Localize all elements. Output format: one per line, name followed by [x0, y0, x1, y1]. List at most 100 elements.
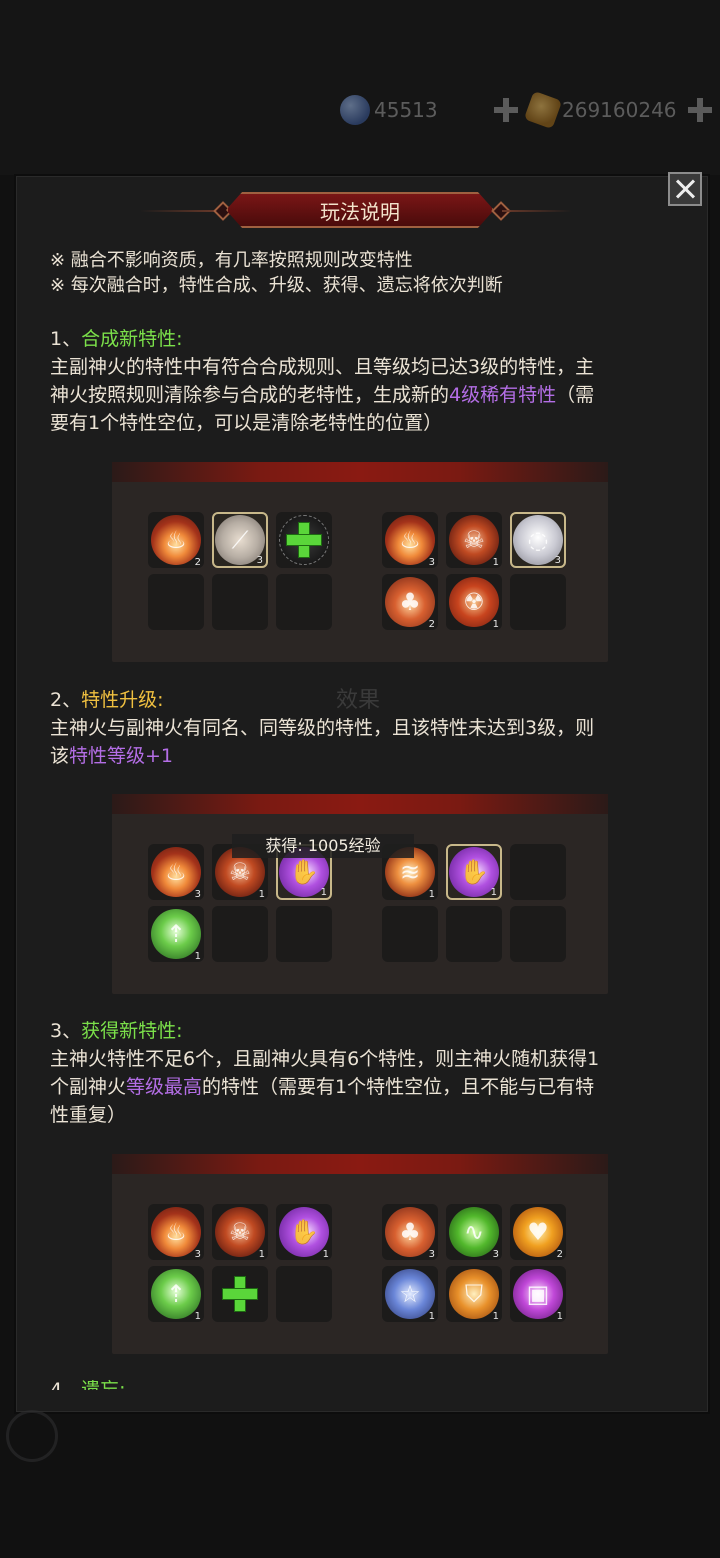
section-2-line-2: 该特性等级+1	[50, 742, 173, 770]
trait-glyph: ☠	[229, 1218, 251, 1246]
section-2-heading: 2、特性升级:	[50, 686, 164, 714]
trait-glyph: ✋	[289, 1218, 319, 1246]
left-trait-slot	[212, 906, 268, 962]
exp-gain-tooltip: 获得: 1005经验	[232, 834, 414, 858]
left-trait-slot	[212, 574, 268, 630]
section-3-highlight: 等级最高	[126, 1076, 203, 1098]
right-trait-slot	[510, 574, 566, 630]
title-divider-left	[140, 210, 220, 212]
trait-level: 1	[490, 887, 497, 898]
dialog-title: 玩法说明	[226, 192, 494, 228]
trait-glyph: ♣	[399, 588, 421, 616]
trait-glyph: ☆	[399, 1280, 421, 1308]
dialog-title-banner: 玩法说明	[140, 192, 580, 230]
section-1-heading: 1、合成新特性:	[50, 325, 183, 353]
section-3-number: 3、	[50, 1020, 82, 1042]
section-3-line-2-end: 的特性（需要有1个特性空位，且不能与已有特	[202, 1076, 595, 1098]
close-button[interactable]	[668, 172, 702, 206]
section-1-title: 合成新特性:	[81, 328, 183, 350]
trait-glyph: ⇡	[165, 1280, 187, 1308]
trait-glyph: ♨	[165, 526, 187, 554]
trait-level: 1	[322, 1249, 329, 1260]
trait-glyph: ♨	[165, 1218, 187, 1246]
right-trait-slot: ▣ 1	[510, 1266, 566, 1322]
left-trait-slot: ♨ 3	[148, 844, 204, 900]
left-trait-slot	[276, 1266, 332, 1322]
example-3-header	[112, 1154, 608, 1174]
fire-icon: ♨	[151, 847, 201, 897]
radiation-icon: ☢	[449, 577, 499, 627]
left-trait-slot: ⇡ 1	[148, 906, 204, 962]
flame-icon: ♣	[385, 1207, 435, 1257]
add-gold-button[interactable]	[688, 98, 712, 122]
left-trait-slot: ✋ 1	[276, 1204, 332, 1260]
right-trait-slot	[382, 906, 438, 962]
right-trait-slot: ♨ 3	[382, 512, 438, 568]
trait-level: 2	[194, 557, 201, 568]
trait-level: 3	[256, 555, 263, 566]
trait-level: 3	[492, 1249, 499, 1260]
section-4-clip: 4、遗忘:	[50, 1376, 650, 1390]
trait-level: 1	[492, 1311, 499, 1322]
trait-level: 1	[492, 557, 499, 568]
gold-counter: 269160246	[523, 90, 712, 130]
trait-glyph: ⇡	[165, 920, 187, 948]
trait-glyph: ∿	[463, 1218, 485, 1246]
robot-icon: ▣	[513, 1269, 563, 1319]
trait-level: 1	[320, 887, 327, 898]
fire-icon: ♨	[385, 515, 435, 565]
star-icon: ☆	[385, 1269, 435, 1319]
trait-level: 1	[194, 951, 201, 962]
right-trait-slot: ☢ 1	[446, 574, 502, 630]
section-3-line-1: 主神火特性不足6个，且副神火具有6个特性，则主神火随机获得1	[50, 1048, 600, 1070]
trait-level: 3	[554, 555, 561, 566]
background-effect-label: 效果	[336, 688, 381, 713]
section-3-line-2: 个副神火等级最高的特性（需要有1个特性空位，且不能与已有特	[50, 1073, 594, 1101]
left-trait-slot	[276, 574, 332, 630]
section-1-number: 1、	[50, 328, 82, 350]
section-3-heading: 3、获得新特性:	[50, 1017, 183, 1045]
section-1-line-2: 神火按照规则清除参与合成的老特性，生成新的4级稀有特性（需	[50, 381, 594, 409]
skull-icon: ☠	[449, 515, 499, 565]
section-4-number: 4、	[50, 1379, 82, 1390]
trait-glyph: ▣	[526, 1280, 550, 1308]
trait-level: 1	[428, 1311, 435, 1322]
right-trait-slot: ☠ 1	[446, 512, 502, 568]
section-2-line-2-text: 该	[50, 745, 70, 767]
right-trait-slot: ◌ 3	[510, 512, 566, 568]
trait-glyph: ♥	[527, 1218, 549, 1246]
plus-icon	[284, 520, 324, 560]
section-3-line-2-text: 个副神火	[50, 1076, 127, 1098]
trait-level: 3	[194, 1249, 201, 1260]
example-2-header	[112, 794, 608, 814]
trait-glyph: ☠	[463, 526, 485, 554]
add-gems-button[interactable]	[494, 98, 518, 122]
fire-icon: ♨	[151, 1207, 201, 1257]
section-3-line-3: 性重复）	[50, 1104, 127, 1126]
gold-icon	[523, 90, 563, 130]
trait-level: 3	[428, 557, 435, 568]
trait-glyph: ⛉	[465, 1280, 483, 1308]
left-trait-slot	[212, 1266, 268, 1322]
background-emblem	[0, 1410, 70, 1470]
shield-icon: ⛉	[449, 1269, 499, 1319]
right-trait-slot	[510, 906, 566, 962]
skull-icon: ☠	[215, 1207, 265, 1257]
section-1-line-2-text: 神火按照规则清除参与合成的老特性，生成新的	[50, 384, 450, 406]
trait-level: 2	[556, 1249, 563, 1260]
section-2-highlight: 特性等级+1	[69, 745, 174, 767]
left-trait-slot	[276, 512, 332, 568]
gem-count: 45513	[374, 98, 438, 122]
section-1-line-1: 主副神火的特性中有符合合成规则、且等级均已达3级的特性，主	[50, 356, 595, 378]
emblem-ring	[6, 1410, 58, 1462]
section-2-title: 特性升级:	[81, 689, 164, 711]
green-hands-icon: ⇡	[151, 1269, 201, 1319]
left-trait-slot	[148, 574, 204, 630]
trait-level: 3	[428, 1249, 435, 1260]
section-2-line-1: 主神火与副神火有同名、同等级的特性，且该特性未达到3级，则	[50, 717, 595, 739]
trait-glyph: ☢	[463, 588, 485, 616]
gold-count: 269160246	[562, 98, 677, 122]
right-trait-slot: ⛉ 1	[446, 1266, 502, 1322]
heart-icon: ♥	[513, 1207, 563, 1257]
right-trait-slot: ∿ 3	[446, 1204, 502, 1260]
